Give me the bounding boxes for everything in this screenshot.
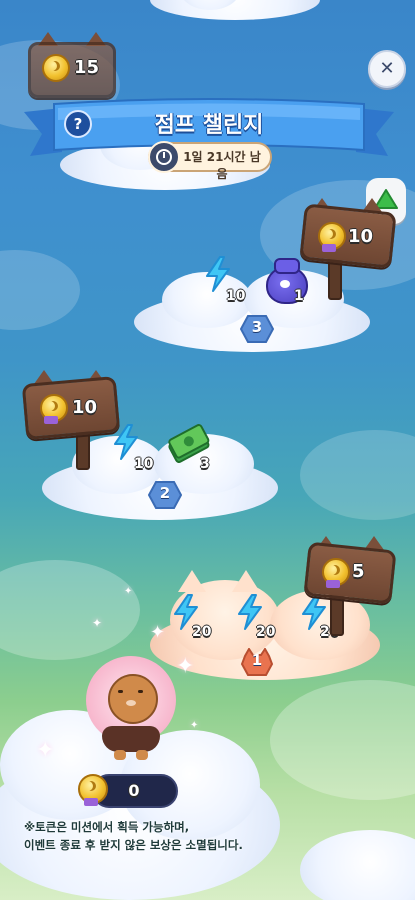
notice-line-1: ※토큰은 미션에서 획득 가능하며, [24,820,190,834]
close-icon: ✕ [379,58,395,79]
token-sign-level-1: 5 [303,536,397,636]
reward-count: 3 [200,456,210,472]
token-sign-count: 10 [72,397,98,418]
background-cloud [0,560,140,660]
level-number: 1 [251,651,263,669]
help-button[interactable]: ? [64,110,92,138]
token-sign-count: 5 [352,561,365,582]
reward-count: 20 [256,624,276,640]
token-sign-level-3: 10 [299,198,397,300]
sparkle-icon: ✦ [150,622,166,643]
level-number: 2 [159,484,171,502]
level-number: 3 [251,318,263,336]
background-cloud [270,680,415,800]
reward-count: 20 [192,624,212,640]
sparkle-icon: ✦ [190,720,199,731]
level-2-badge: 2 [148,481,182,509]
level-4-cloud[interactable] [150,0,320,20]
level-1-badge: 1 [240,648,274,676]
token-sign-level-2: 10 [21,370,121,470]
timer-badge: 1일 21시간 남음 [148,141,272,181]
notice-line-2: 이벤트 종료 후 받지 않은 보상은 소멸됩니다. [24,838,243,852]
reward-count: 10 [134,456,154,472]
sparkle-icon: ✦ [176,654,195,679]
page-title: 점프 챌린지 [154,113,264,138]
clock-icon [148,141,180,173]
level-3-badge: 3 [240,315,274,343]
notice-text: ※토큰은 미션에서 획득 가능하며, 이벤트 종료 후 받지 않은 보상은 소멸… [24,818,384,854]
token-sign-count: 15 [74,57,100,78]
timer-text: 1일 21시간 남음 [183,150,261,181]
background-cloud [0,250,80,330]
close-button[interactable]: ✕ [368,50,406,88]
token-sign-count: 10 [348,226,374,247]
sparkle-icon: ✦ [92,616,103,630]
jump-challenge-screen: 15 ? 점프 챌린지 1일 21시간 남음 ✕ 10 1 3 10 10 3 … [0,0,415,900]
help-icon: ? [73,115,83,133]
token-sign-top: 15 [28,32,116,104]
reward-count: 10 [226,288,246,304]
cat-character [86,656,176,760]
bolt-icon [206,256,230,292]
sparkle-icon: ✦ [124,586,133,597]
background-cloud [300,430,415,520]
coin-icon [42,54,70,82]
sparkle-icon: ✦ [36,738,55,763]
